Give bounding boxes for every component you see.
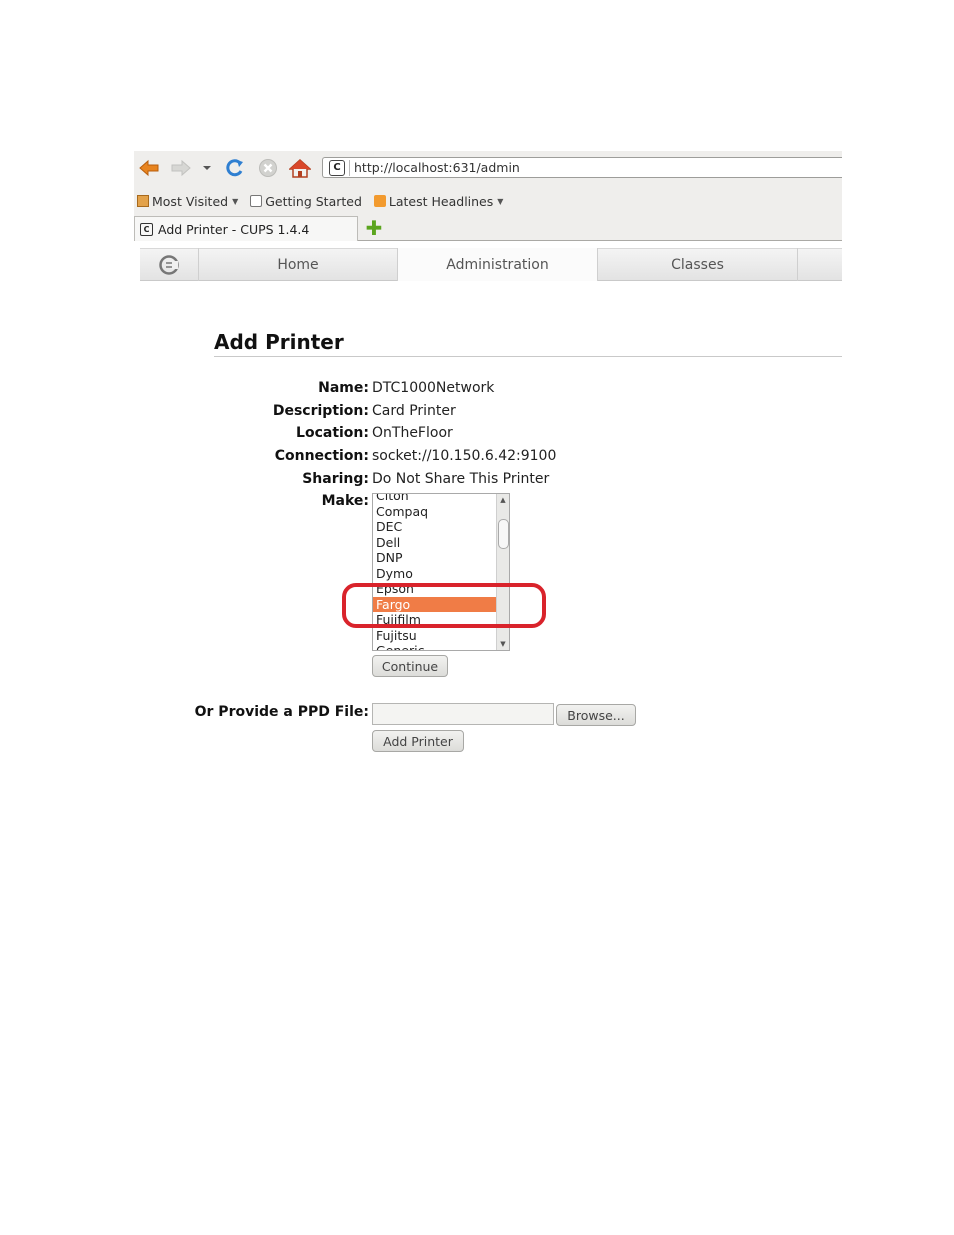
location-value: OnTheFloor: [372, 425, 453, 441]
sharing-label: Sharing:: [302, 471, 369, 487]
back-arrow-icon: [139, 159, 159, 177]
ppd-file-input[interactable]: [372, 703, 554, 725]
bookmark-most-visited[interactable]: Most Visited ▼: [137, 194, 238, 209]
page-title: Add Printer: [214, 330, 344, 354]
reload-button[interactable]: [222, 151, 248, 185]
stop-button[interactable]: [255, 151, 281, 185]
ppd-file-label: Or Provide a PPD File:: [194, 704, 369, 720]
name-value: DTC1000Network: [372, 380, 495, 396]
chevron-down-icon: ▼: [497, 196, 504, 206]
scroll-up-icon[interactable]: ▲: [497, 494, 509, 506]
make-option[interactable]: Dell: [373, 535, 497, 551]
url-text[interactable]: http://localhost:631/admin: [354, 160, 520, 175]
plus-icon: ✚: [365, 216, 383, 240]
rss-icon: [373, 195, 386, 207]
bookmark-label: Getting Started: [265, 193, 362, 209]
description-label: Description:: [272, 403, 369, 419]
scrollbar-thumb[interactable]: [498, 519, 509, 549]
make-option[interactable]: DNP: [373, 550, 497, 566]
connection-value: socket://10.150.6.42:9100: [372, 448, 557, 464]
connection-label: Connection:: [274, 448, 369, 464]
scroll-down-icon[interactable]: ▼: [497, 638, 509, 650]
browse-button[interactable]: Browse...: [556, 704, 636, 726]
home-icon: [289, 158, 311, 178]
new-tab-button[interactable]: ✚: [364, 218, 384, 238]
bookmark-label: Latest Headlines: [388, 193, 494, 209]
add-printer-button[interactable]: Add Printer: [372, 730, 464, 752]
make-label: Make:: [321, 493, 369, 509]
make-option[interactable]: DEC: [373, 519, 497, 535]
continue-button[interactable]: Continue: [372, 655, 448, 677]
title-divider: [214, 356, 842, 357]
tab-home[interactable]: Home: [199, 248, 398, 281]
bookmark-getting-started[interactable]: Getting Started: [250, 194, 362, 209]
chevron-down-icon: ▼: [232, 196, 239, 206]
page-icon: [250, 195, 263, 207]
chevron-down-icon: [203, 166, 211, 170]
bookmarks-toolbar: Most Visited ▼ Getting Started Latest He…: [134, 190, 842, 212]
url-separator: [349, 159, 350, 176]
site-favicon-icon: C: [140, 222, 153, 236]
sharing-value: Do Not Share This Printer: [372, 471, 550, 487]
cups-logo[interactable]: [140, 248, 199, 281]
tab-classes[interactable]: Classes: [598, 248, 798, 281]
tab-title: Add Printer - CUPS 1.4.4: [158, 221, 310, 237]
make-option[interactable]: Fujitsu: [373, 628, 497, 644]
site-identity-icon[interactable]: C: [329, 159, 345, 176]
make-option[interactable]: Citoh: [373, 494, 497, 504]
home-button[interactable]: [287, 151, 313, 185]
make-option[interactable]: Generic: [373, 643, 497, 650]
stop-icon: [259, 159, 277, 177]
url-bar[interactable]: C http://localhost:631/admin: [322, 157, 842, 178]
history-dropdown-button[interactable]: [200, 151, 214, 185]
reload-icon: [226, 159, 243, 177]
back-button[interactable]: [136, 151, 162, 185]
highlight-annotation-ring: [342, 583, 546, 628]
bookmark-label: Most Visited: [152, 193, 229, 209]
tab-administration[interactable]: Administration: [398, 248, 598, 281]
make-option[interactable]: Dymo: [373, 566, 497, 582]
cups-logo-icon: [159, 254, 179, 275]
browser-tab-add-printer[interactable]: C Add Printer - CUPS 1.4.4: [134, 216, 358, 241]
make-option[interactable]: Compaq: [373, 504, 497, 520]
name-label: Name:: [318, 380, 369, 396]
forward-button[interactable]: [168, 151, 194, 185]
bookmark-latest-headlines[interactable]: Latest Headlines ▼: [373, 193, 504, 209]
description-value: Card Printer: [372, 403, 456, 419]
folder-icon: [137, 195, 149, 207]
location-label: Location:: [296, 425, 369, 441]
forward-arrow-icon: [171, 159, 191, 177]
